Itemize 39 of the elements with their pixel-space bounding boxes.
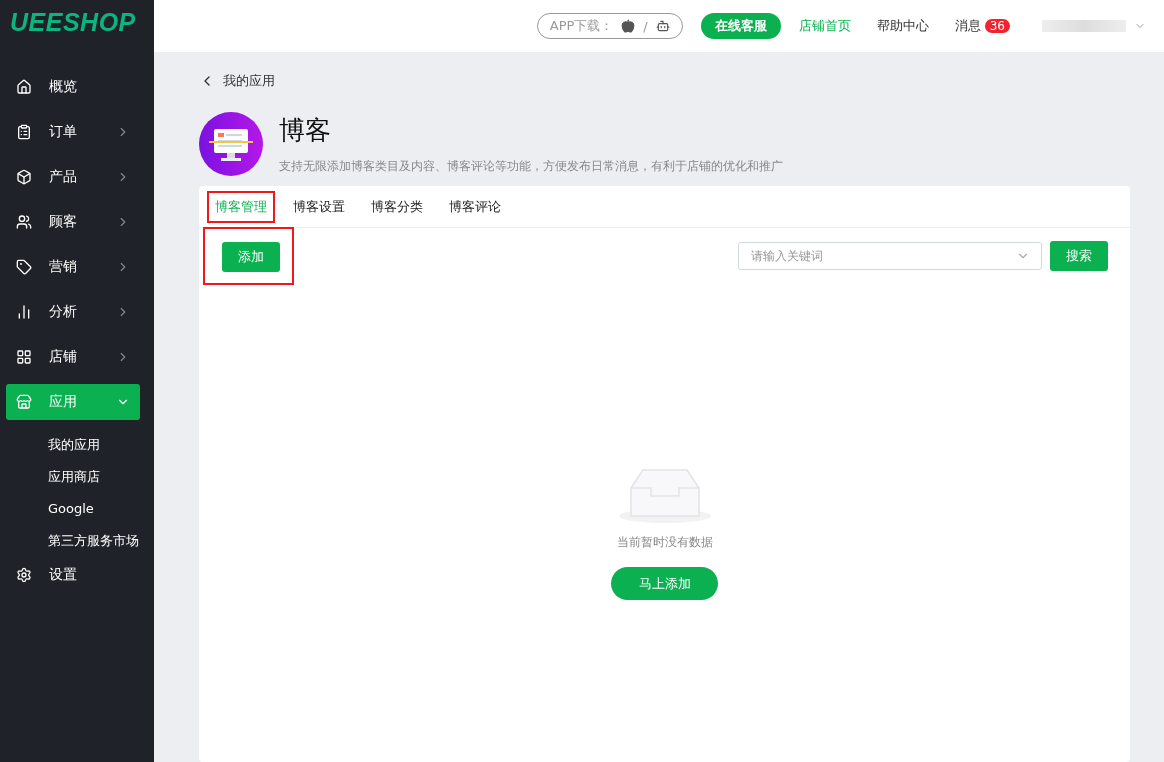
sidebar-item[interactable]: 设置: [6, 557, 140, 593]
app-title: 博客: [279, 114, 332, 147]
tab[interactable]: 博客设置: [287, 192, 351, 221]
settings-icon: [16, 567, 32, 583]
sidebar-subitem[interactable]: Google: [6, 493, 140, 525]
apple-icon: [621, 19, 636, 33]
app-download-label: APP下载：: [549, 17, 614, 35]
message-count-badge: 36: [984, 19, 1010, 33]
sidebar-item[interactable]: 产品: [6, 159, 140, 195]
monitor-app-icon: [199, 112, 263, 176]
cube-icon: [16, 169, 32, 185]
separator: /: [643, 18, 648, 34]
bar-chart-icon: [16, 304, 32, 320]
android-icon: [655, 19, 670, 33]
tab[interactable]: 博客评论: [443, 192, 507, 221]
empty-inbox-icon: [618, 466, 711, 524]
grid-icon: [16, 349, 32, 365]
search-field[interactable]: 请输入关键词: [738, 241, 1042, 270]
store-icon: [16, 394, 32, 410]
users-icon: [16, 214, 32, 230]
top-link[interactable]: 帮助中心: [876, 17, 929, 35]
sidebar-item[interactable]: 订单: [6, 114, 140, 150]
sidebar-subitem[interactable]: 应用商店: [6, 461, 140, 493]
home-icon: [16, 79, 32, 95]
sidebar-item[interactable]: 顾客: [6, 204, 140, 240]
sidebar-item[interactable]: 店铺: [6, 339, 140, 375]
sidebar-item[interactable]: 概览: [6, 69, 140, 105]
sidebar-subitem[interactable]: 第三方服务市场: [6, 525, 140, 557]
breadcrumb-link[interactable]: 我的应用: [223, 72, 275, 90]
messages-link[interactable]: 消息: [954, 17, 981, 35]
sidebar-subitem[interactable]: 我的应用: [6, 429, 140, 461]
sidebar-item[interactable]: 分析: [6, 294, 140, 330]
logo: UEESHOP: [9, 7, 137, 38]
sidebar-item[interactable]: 营销: [6, 249, 140, 285]
tag-icon: [16, 259, 32, 275]
empty-message: 当前暂时没有数据: [616, 534, 713, 551]
clipboard-icon: [16, 124, 32, 140]
app-description: 支持无限添加博客类目及内容、博客评论等功能，方便发布日常消息，有利于店铺的优化和推广: [279, 158, 783, 175]
tab[interactable]: 博客分类: [365, 192, 429, 221]
